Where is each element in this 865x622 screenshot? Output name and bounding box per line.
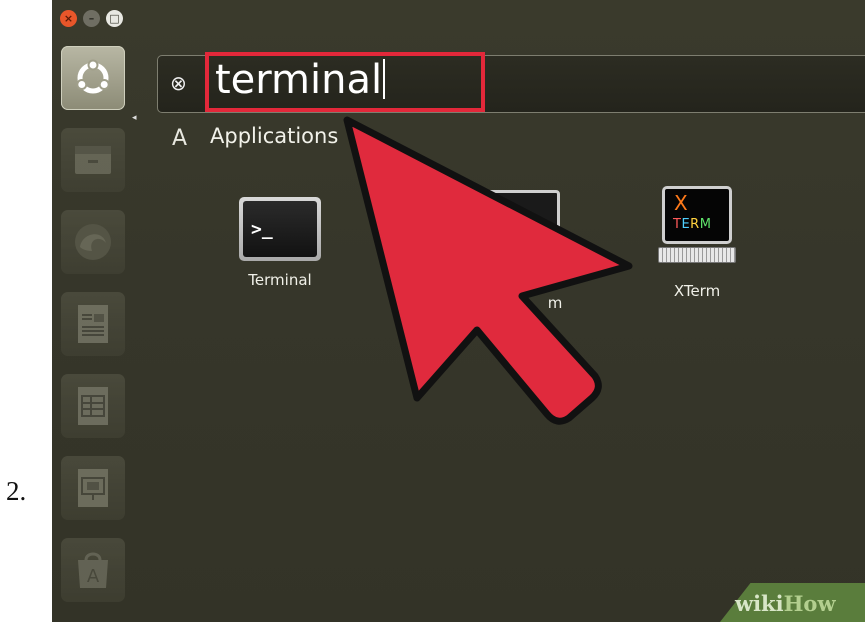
applications-section-title[interactable]: Applications <box>210 124 338 148</box>
watermark-wiki: wiki <box>735 591 784 616</box>
window-minimize-button[interactable]: – <box>83 10 100 27</box>
files-icon <box>75 146 111 174</box>
launcher-firefox-button[interactable] <box>61 210 125 274</box>
xterm-x-label: X <box>674 191 688 215</box>
search-input-text: terminal <box>215 57 383 103</box>
firefox-icon <box>75 224 111 260</box>
terminal-icon: >_ <box>239 197 321 261</box>
impress-icon <box>78 469 108 507</box>
pointer-arrow-icon <box>343 116 633 425</box>
result-terminal[interactable]: >_ Terminal <box>205 197 355 289</box>
launcher-active-indicator: ◂ <box>132 113 137 123</box>
launcher-software-center-button[interactable]: A <box>61 538 125 602</box>
dash-search-bar: ⊗ terminal <box>157 52 865 113</box>
launcher-dash-button[interactable] <box>61 46 125 110</box>
window-close-button[interactable]: × <box>60 10 77 27</box>
clear-search-icon[interactable]: ⊗ <box>170 72 192 94</box>
launcher-files-button[interactable] <box>61 128 125 192</box>
xterm-term-label: TERM <box>673 217 712 232</box>
applications-lens-icon: A <box>172 126 188 151</box>
launcher-impress-button[interactable] <box>61 456 125 520</box>
ubuntu-dash-icon <box>76 59 110 94</box>
launcher-writer-button[interactable] <box>61 292 125 356</box>
software-center-icon: A <box>78 552 108 588</box>
ubuntu-desktop-screen: × – □ ◂ A ⊗ terminal A Applications >_ T… <box>52 0 865 622</box>
svg-text:A: A <box>87 566 100 587</box>
watermark-how: How <box>783 591 836 616</box>
calc-icon <box>78 387 108 425</box>
text-caret <box>383 59 386 99</box>
window-maximize-button[interactable]: □ <box>106 10 123 27</box>
step-number: 2. <box>6 476 27 506</box>
launcher-calc-button[interactable] <box>61 374 125 438</box>
writer-icon <box>78 305 108 343</box>
result-label: Terminal <box>248 271 312 289</box>
wikihow-watermark: wikiHow <box>735 591 836 616</box>
xterm-monitor-graphic: X TERM <box>662 186 732 244</box>
search-input[interactable]: terminal <box>205 52 485 112</box>
launcher: ◂ A <box>52 38 144 622</box>
xterm-keyboard-graphic <box>658 247 736 263</box>
